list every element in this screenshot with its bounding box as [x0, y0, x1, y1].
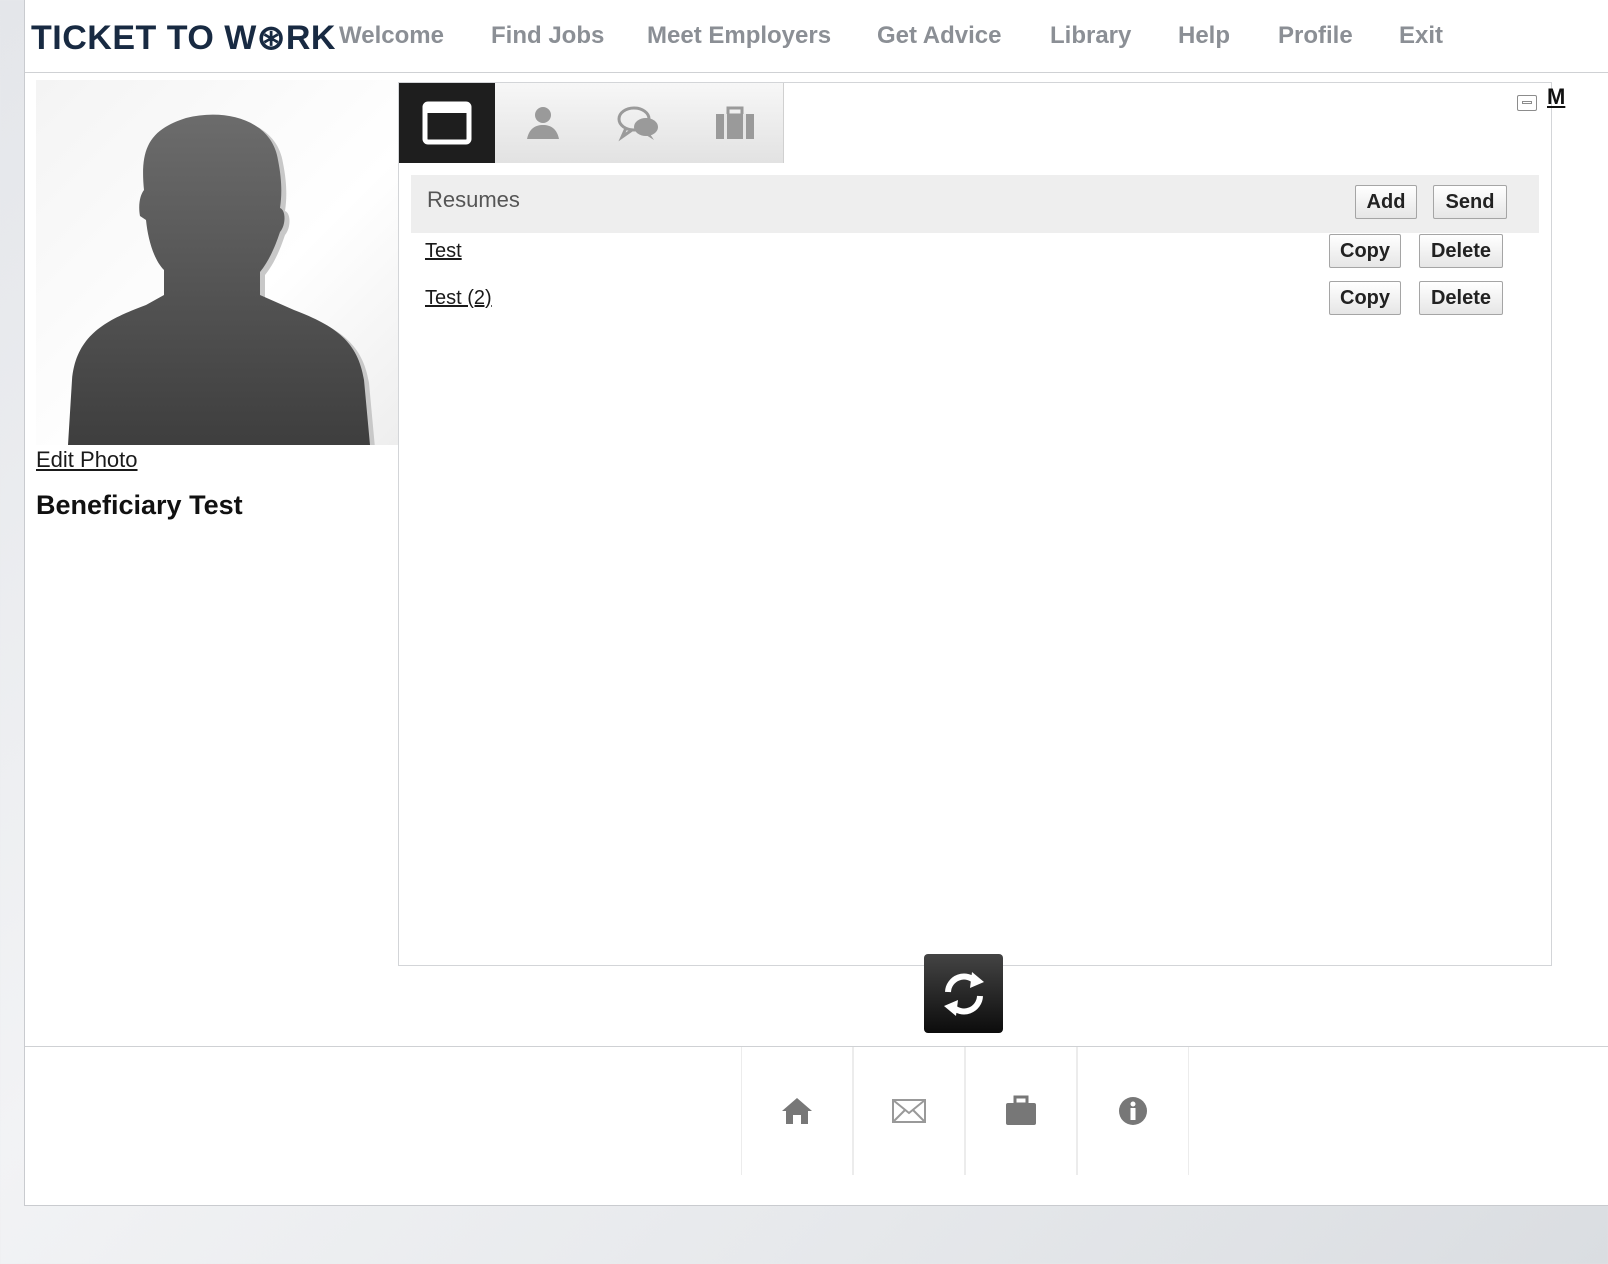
logo[interactable]: TICKET TO W⊛RK — [31, 18, 336, 58]
send-button[interactable]: Send — [1433, 185, 1507, 219]
beneficiary-name: Beneficiary Test — [36, 490, 243, 520]
mail-icon — [892, 1099, 926, 1123]
nav-help[interactable]: Help — [1178, 22, 1230, 50]
resume-link[interactable]: Test (2) — [425, 287, 492, 310]
footer-info[interactable] — [1077, 1047, 1189, 1175]
nav-get-advice[interactable]: Get Advice — [877, 22, 1002, 50]
app-frame: TICKET TO W⊛RK Welcome Find Jobs Meet Em… — [24, 0, 1608, 1206]
top-navigation: TICKET TO W⊛RK Welcome Find Jobs Meet Em… — [25, 0, 1608, 73]
resume-row: Test Copy Delete — [411, 234, 1539, 274]
resume-row: Test (2) Copy Delete — [411, 281, 1539, 321]
copy-button[interactable]: Copy — [1329, 281, 1401, 315]
nav-find-jobs[interactable]: Find Jobs — [491, 22, 604, 50]
tab-briefcase[interactable] — [687, 83, 784, 163]
footer-mail[interactable] — [853, 1047, 965, 1175]
resume-link[interactable]: Test — [425, 240, 462, 263]
nav-profile[interactable]: Profile — [1278, 22, 1353, 50]
add-button[interactable]: Add — [1355, 185, 1417, 219]
minimize-button[interactable] — [1517, 95, 1537, 111]
nav-meet-employers[interactable]: Meet Employers — [647, 22, 831, 50]
chat-icon — [617, 106, 658, 142]
section-title: Resumes — [427, 187, 520, 212]
nav-exit[interactable]: Exit — [1399, 22, 1443, 50]
edit-photo-link[interactable]: Edit Photo — [36, 447, 138, 473]
resumes-panel: Resumes Add Send Test Copy Delete Test (… — [398, 82, 1552, 966]
nav-library[interactable]: Library — [1050, 22, 1131, 50]
window-icon — [422, 101, 472, 145]
home-icon — [782, 1098, 812, 1124]
right-panel-heading[interactable]: M — [1547, 84, 1565, 110]
footer-home[interactable] — [741, 1047, 853, 1175]
nav-welcome[interactable]: Welcome — [339, 22, 444, 50]
tab-person[interactable] — [495, 83, 592, 163]
briefcase-icon — [1006, 1095, 1036, 1125]
person-icon — [527, 107, 559, 139]
refresh-icon — [943, 971, 984, 1016]
delete-button[interactable]: Delete — [1419, 234, 1503, 268]
resumes-header: Resumes Add Send — [411, 175, 1539, 233]
profile-photo — [36, 80, 398, 445]
refresh-button[interactable] — [924, 954, 1003, 1033]
tab-window[interactable] — [399, 83, 496, 163]
tab-chat[interactable] — [591, 83, 688, 163]
avatar-silhouette-icon — [68, 114, 375, 445]
briefcase-icon — [716, 106, 754, 139]
copy-button[interactable]: Copy — [1329, 234, 1401, 268]
info-icon — [1119, 1097, 1147, 1125]
footer-bar — [25, 1046, 1608, 1205]
footer-briefcase[interactable] — [965, 1047, 1077, 1175]
delete-button[interactable]: Delete — [1419, 281, 1503, 315]
